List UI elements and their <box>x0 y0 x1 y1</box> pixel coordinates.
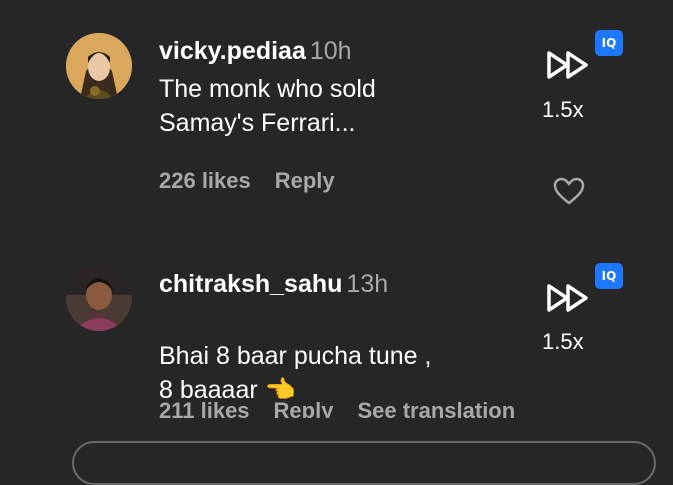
comment-meta: 226 likes Reply <box>159 168 335 194</box>
reply-button[interactable]: Reply <box>274 398 334 418</box>
fast-forward-icon[interactable] <box>546 50 590 80</box>
comment-text: The monk who sold Samay's Ferrari... <box>159 75 376 137</box>
username-text[interactable]: vicky.pediaa <box>159 37 306 65</box>
playback-speed[interactable]: 1.5x <box>542 97 584 123</box>
reply-button[interactable]: Reply <box>275 168 335 193</box>
comment-input-box[interactable] <box>72 441 656 485</box>
username-text[interactable]: chitraksh_sahu <box>159 270 342 298</box>
heart-outline-icon[interactable] <box>552 176 586 206</box>
iq-badge-icon[interactable]: IQ <box>595 263 623 289</box>
like-count[interactable]: 226 likes <box>159 168 251 193</box>
comment-username[interactable]: vicky.pediaa 10h <box>159 37 352 66</box>
comment-time: 13h <box>346 270 389 298</box>
comment-text: Bhai 8 baar pucha tune , 8 baaaar 👈 <box>159 305 431 407</box>
avatar[interactable] <box>66 265 132 331</box>
comment-meta: 211 likes Reply See translation <box>159 398 515 418</box>
comment-time: 10h <box>309 37 352 65</box>
avatar[interactable] <box>66 33 132 99</box>
iq-badge-icon[interactable]: IQ <box>595 30 623 56</box>
comment-meta-clipped: 211 likes Reply See translation <box>0 398 673 418</box>
comment-username[interactable]: chitraksh_sahu 13h <box>159 270 388 299</box>
see-translation-link[interactable]: See translation <box>357 398 515 418</box>
fast-forward-icon[interactable] <box>546 283 590 313</box>
playback-speed[interactable]: 1.5x <box>542 329 584 355</box>
like-count[interactable]: 211 likes <box>159 398 250 418</box>
